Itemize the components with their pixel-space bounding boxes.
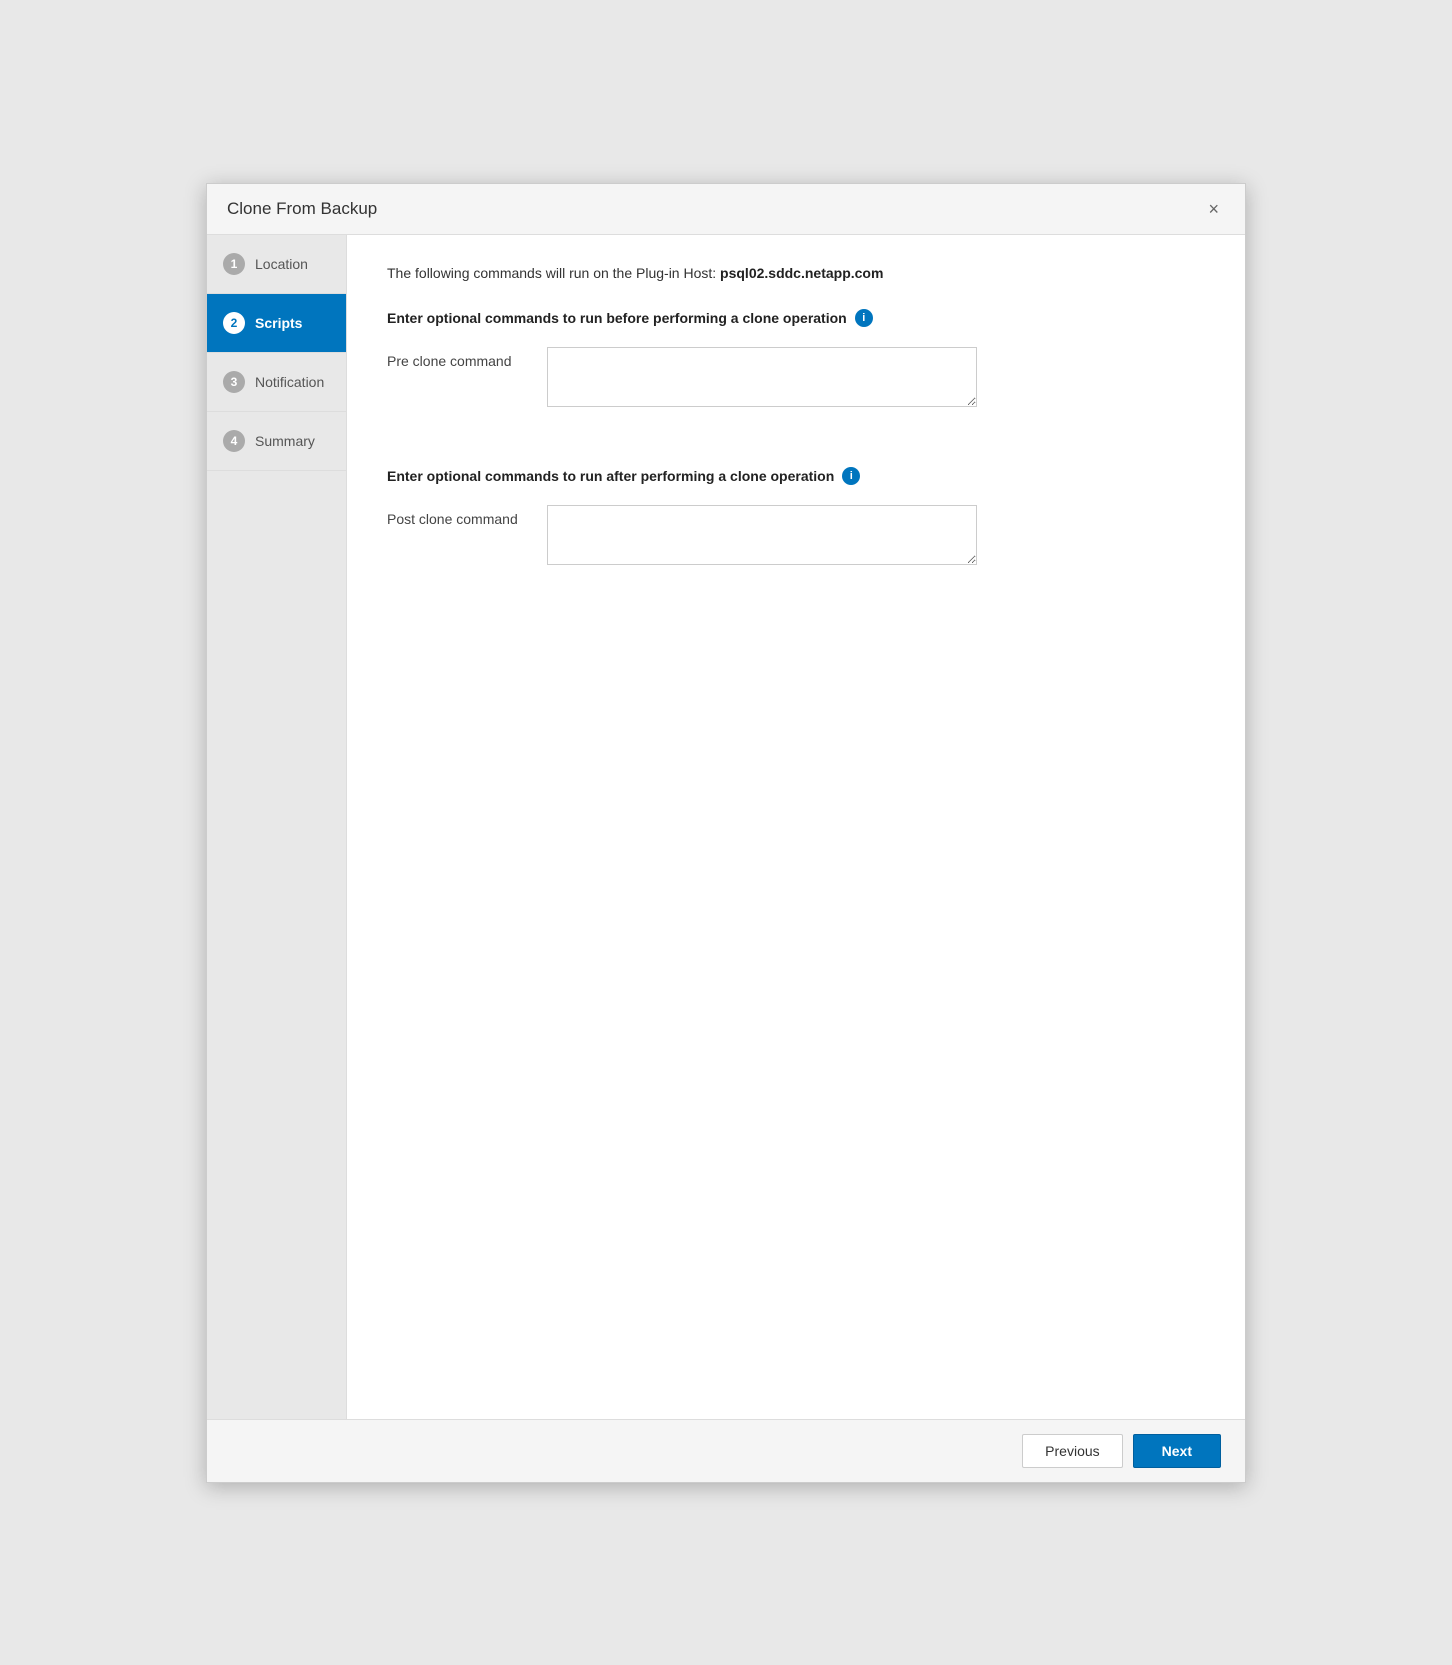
pre-clone-textarea[interactable] [547, 347, 977, 407]
sidebar: 1 Location 2 Scripts 3 Notification 4 Su… [207, 235, 347, 1419]
pre-clone-label: Pre clone command [387, 347, 547, 369]
main-content: The following commands will run on the P… [347, 235, 1245, 1419]
post-clone-heading: Enter optional commands to run after per… [387, 467, 1205, 485]
sidebar-item-location[interactable]: 1 Location [207, 235, 346, 294]
post-clone-heading-text: Enter optional commands to run after per… [387, 468, 834, 484]
step-number-4: 4 [223, 430, 245, 452]
post-clone-textarea[interactable] [547, 505, 977, 565]
dialog-title: Clone From Backup [227, 199, 377, 219]
post-clone-section: Enter optional commands to run after per… [387, 467, 1205, 595]
previous-button[interactable]: Previous [1022, 1434, 1122, 1468]
pre-clone-section: Enter optional commands to run before pe… [387, 309, 1205, 437]
post-clone-form-row: Post clone command [387, 505, 1205, 565]
plugin-host-name: psql02.sddc.netapp.com [720, 265, 883, 281]
sidebar-item-label-location: Location [255, 256, 308, 272]
pre-clone-heading-text: Enter optional commands to run before pe… [387, 310, 847, 326]
clone-from-backup-dialog: Clone From Backup × 1 Location 2 Scripts… [206, 183, 1246, 1483]
post-clone-info-icon[interactable]: i [842, 467, 860, 485]
sidebar-item-label-scripts: Scripts [255, 315, 302, 331]
pre-clone-form-row: Pre clone command [387, 347, 1205, 407]
sidebar-item-label-summary: Summary [255, 433, 315, 449]
post-clone-label: Post clone command [387, 505, 547, 527]
plugin-host-prefix: The following commands will run on the P… [387, 265, 716, 281]
next-button[interactable]: Next [1133, 1434, 1221, 1468]
dialog-footer: Previous Next [207, 1419, 1245, 1482]
sidebar-item-scripts[interactable]: 2 Scripts [207, 294, 346, 353]
step-number-3: 3 [223, 371, 245, 393]
sidebar-item-summary[interactable]: 4 Summary [207, 412, 346, 471]
close-button[interactable]: × [1202, 198, 1225, 220]
plugin-host-line: The following commands will run on the P… [387, 265, 1205, 281]
pre-clone-heading: Enter optional commands to run before pe… [387, 309, 1205, 327]
pre-clone-info-icon[interactable]: i [855, 309, 873, 327]
dialog-body: 1 Location 2 Scripts 3 Notification 4 Su… [207, 235, 1245, 1419]
step-number-2: 2 [223, 312, 245, 334]
step-number-1: 1 [223, 253, 245, 275]
sidebar-item-notification[interactable]: 3 Notification [207, 353, 346, 412]
sidebar-item-label-notification: Notification [255, 374, 324, 390]
dialog-header: Clone From Backup × [207, 184, 1245, 235]
